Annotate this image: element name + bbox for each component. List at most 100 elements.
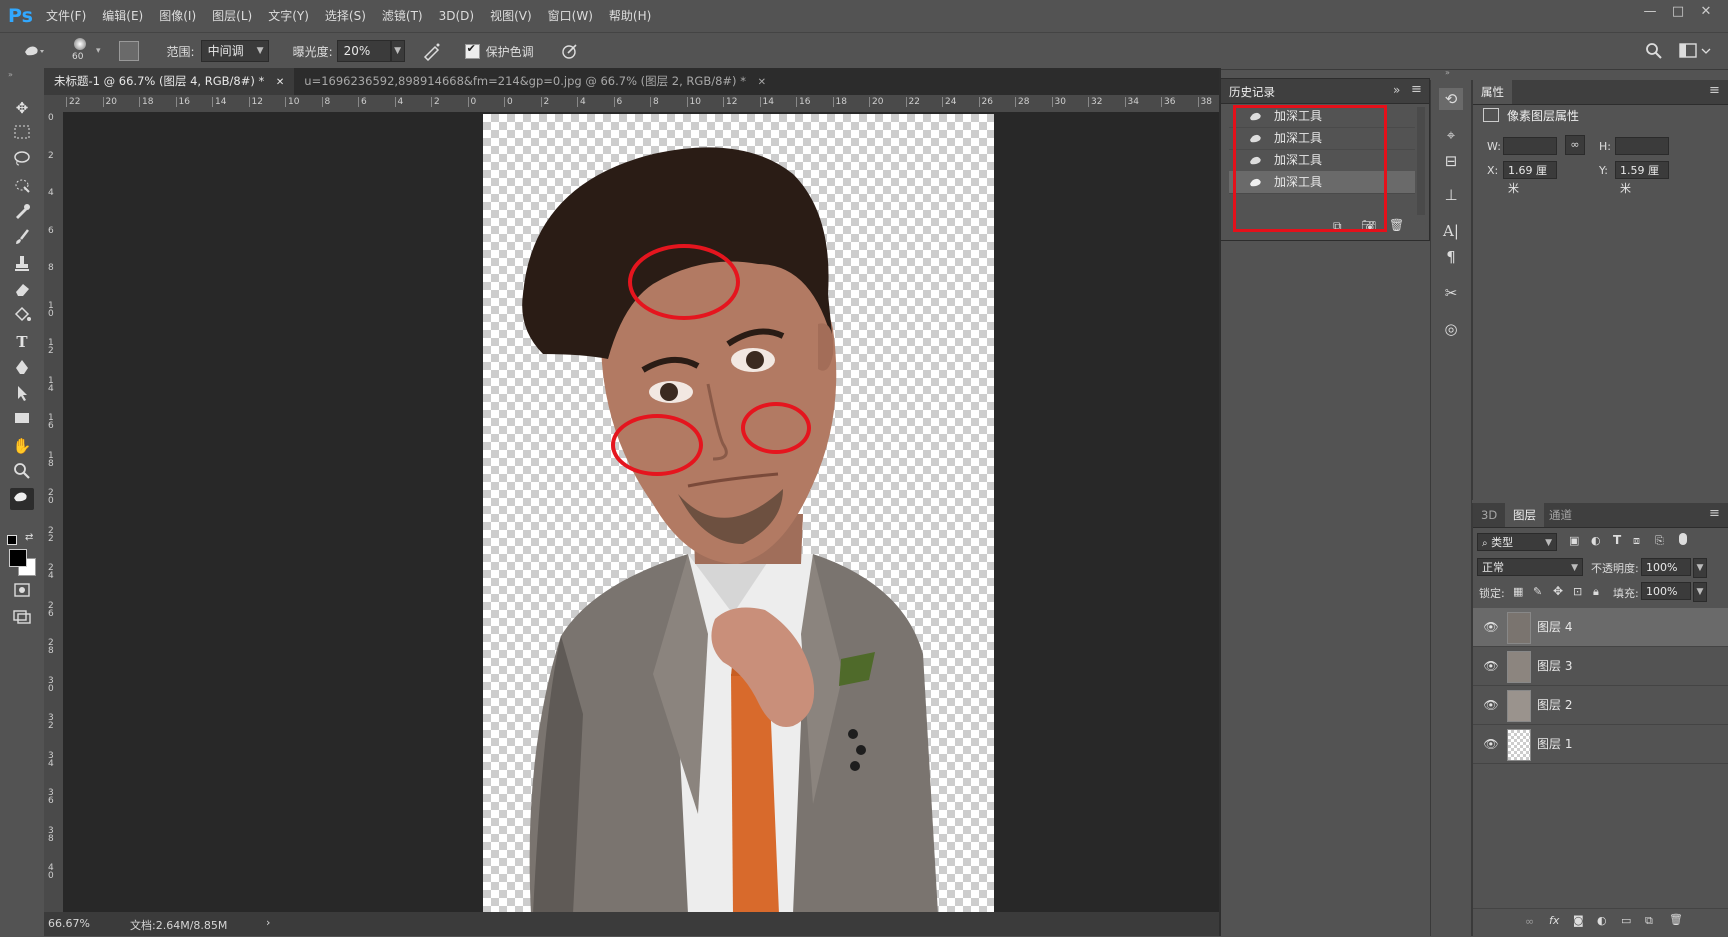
maximize-button[interactable]: □ xyxy=(1664,2,1692,22)
visibility-eye-icon[interactable]: 👁︎ xyxy=(1483,658,1499,674)
pen-tool-icon[interactable] xyxy=(10,358,34,378)
burn-tool-icon[interactable] xyxy=(22,41,48,61)
link-dimensions-icon[interactable]: ∞ xyxy=(1565,135,1585,155)
exposure-input[interactable]: 20% xyxy=(336,40,391,62)
layer-row-2[interactable]: 👁︎ 图层 2 xyxy=(1473,686,1728,725)
clone-stamp-tool-icon[interactable] xyxy=(10,254,34,274)
filter-type-icon[interactable]: T xyxy=(1613,533,1621,547)
fill-dropdown-icon[interactable]: ▼ xyxy=(1693,582,1707,602)
pressure-icon[interactable] xyxy=(560,41,580,61)
default-colors-icon[interactable] xyxy=(7,535,17,545)
panel-menu-icon[interactable]: ≡ xyxy=(1709,83,1720,98)
brush-panel-icon[interactable]: ⌖ xyxy=(1439,124,1463,146)
filter-adjustment-icon[interactable]: ◐ xyxy=(1591,534,1601,547)
blend-mode-select[interactable]: 正常 ▼ xyxy=(1477,558,1583,576)
canvas-workspace[interactable] xyxy=(63,112,1219,912)
panel-menu-icon[interactable]: ≡ xyxy=(1411,82,1422,97)
history-scrollbar[interactable] xyxy=(1417,107,1425,215)
fx-icon[interactable]: fx xyxy=(1549,914,1559,927)
visibility-eye-icon[interactable]: 👁︎ xyxy=(1483,736,1499,752)
tab-channels[interactable]: 通道 xyxy=(1541,503,1580,527)
opacity-field[interactable]: 100% xyxy=(1641,558,1691,576)
marquee-tool-icon[interactable] xyxy=(10,124,34,144)
menu-help[interactable]: 帮助(H) xyxy=(601,0,659,32)
clone-source-icon[interactable]: ⊥ xyxy=(1439,184,1463,206)
menu-select[interactable]: 选择(S) xyxy=(317,0,374,32)
airbrush-icon[interactable] xyxy=(421,41,443,62)
paragraph-panel-icon[interactable]: ¶ xyxy=(1439,246,1463,268)
trash-icon[interactable]: 🗑︎ xyxy=(1669,913,1683,926)
move-tool-icon[interactable]: ✥ xyxy=(10,98,34,118)
layer-row-1[interactable]: 👁︎ 图层 1 xyxy=(1473,725,1728,764)
quick-select-tool-icon[interactable] xyxy=(10,176,34,196)
menu-file[interactable]: 文件(F) xyxy=(38,0,94,32)
close-tab-icon[interactable]: ✕ xyxy=(276,77,284,88)
lock-paint-icon[interactable]: ✎ xyxy=(1533,585,1542,598)
filter-pixel-icon[interactable]: ▣ xyxy=(1569,534,1579,547)
lock-transparency-icon[interactable]: ▦ xyxy=(1513,585,1523,598)
trash-icon[interactable]: 🗑︎ xyxy=(1389,218,1404,232)
eyedropper-tool-icon[interactable] xyxy=(10,202,34,222)
x-position-field[interactable]: 1.69 厘米 xyxy=(1503,161,1557,195)
minimize-button[interactable]: — xyxy=(1636,2,1664,22)
tool-presets-icon[interactable]: ✂ xyxy=(1439,282,1463,304)
hand-tool-icon[interactable]: ✋ xyxy=(10,436,34,456)
character-panel-icon[interactable]: A| xyxy=(1439,220,1463,242)
menu-window[interactable]: 窗口(W) xyxy=(540,0,601,32)
lock-all-icon[interactable]: 🔒︎ xyxy=(1593,585,1599,599)
visibility-eye-icon[interactable]: 👁︎ xyxy=(1483,697,1499,713)
tab-3d[interactable]: 3D xyxy=(1473,503,1505,527)
menu-filter[interactable]: 滤镜(T) xyxy=(374,0,431,32)
history-tab[interactable]: 历史记录 xyxy=(1229,84,1275,100)
menu-type[interactable]: 文字(Y) xyxy=(260,0,317,32)
search-icon[interactable] xyxy=(1644,41,1664,61)
layer-row-3[interactable]: 👁︎ 图层 3 xyxy=(1473,647,1728,686)
protect-tones-checkbox[interactable]: ✔ xyxy=(464,42,480,59)
menu-image[interactable]: 图像(I) xyxy=(151,0,204,32)
menu-view[interactable]: 视图(V) xyxy=(482,0,540,32)
link-layers-icon[interactable]: ∞ xyxy=(1525,915,1534,928)
rectangle-tool-icon[interactable] xyxy=(10,410,34,430)
tab-properties[interactable]: 属性 xyxy=(1473,80,1512,104)
filter-smart-object-icon[interactable]: ⎘ xyxy=(1655,534,1664,548)
panel-menu-icon[interactable]: ≡ xyxy=(1709,506,1720,521)
range-select[interactable]: 中间调 ▼ xyxy=(200,40,269,62)
add-mask-icon[interactable]: ◙ xyxy=(1573,914,1584,927)
filter-shape-icon[interactable]: ⧈ xyxy=(1633,534,1640,548)
brush-panel-toggle-icon[interactable] xyxy=(118,41,139,61)
swap-colors-icon[interactable]: ⇄ xyxy=(25,532,33,543)
adjustment-layer-icon[interactable]: ◐ xyxy=(1597,914,1607,927)
zoom-tool-icon[interactable] xyxy=(10,462,34,482)
creative-cloud-libraries-icon[interactable]: ◎ xyxy=(1439,318,1463,340)
layer-filter-select[interactable]: ⌕ 类型 ▼ xyxy=(1477,533,1557,551)
screen-mode-icon[interactable] xyxy=(10,608,34,628)
tab-document-1[interactable]: 未标题-1 @ 66.7% (图层 4, RGB/8#) * ✕ xyxy=(44,68,295,95)
exposure-dropdown-icon[interactable]: ▼ xyxy=(390,40,405,62)
visibility-eye-icon[interactable]: 👁︎ xyxy=(1483,619,1499,635)
foreground-color-swatch[interactable] xyxy=(9,549,27,567)
collapse-toolbar-icon[interactable]: » xyxy=(8,70,13,79)
menu-3d[interactable]: 3D(D) xyxy=(431,0,482,32)
new-layer-icon[interactable]: ⧉ xyxy=(1645,914,1653,928)
close-tab-icon[interactable]: ✕ xyxy=(758,77,766,88)
path-select-tool-icon[interactable] xyxy=(10,384,34,404)
opacity-dropdown-icon[interactable]: ▼ xyxy=(1693,558,1707,578)
lock-position-icon[interactable]: ✥ xyxy=(1553,584,1563,598)
fill-field[interactable]: 100% xyxy=(1641,582,1691,600)
expand-panel-icon[interactable]: » xyxy=(1393,83,1400,97)
tab-layers[interactable]: 图层 xyxy=(1505,503,1544,527)
close-button[interactable]: ✕ xyxy=(1692,2,1720,22)
menu-layer[interactable]: 图层(L) xyxy=(204,0,260,32)
burn-tool-icon[interactable] xyxy=(10,488,34,510)
adjustments-panel-icon[interactable]: ⊟ xyxy=(1439,150,1463,172)
y-position-field[interactable]: 1.59 厘米 xyxy=(1615,161,1669,195)
type-tool-icon[interactable]: T xyxy=(10,332,34,352)
filter-toggle-icon[interactable] xyxy=(1679,533,1687,545)
height-field[interactable] xyxy=(1615,137,1669,155)
history-panel-icon[interactable]: ⟲ xyxy=(1439,88,1463,110)
layer-row-4[interactable]: 👁︎ 图层 4 xyxy=(1473,608,1728,647)
document-canvas[interactable] xyxy=(483,114,994,912)
menu-edit[interactable]: 编辑(E) xyxy=(94,0,151,32)
lasso-tool-icon[interactable] xyxy=(10,150,34,170)
quick-mask-icon[interactable] xyxy=(10,582,34,602)
